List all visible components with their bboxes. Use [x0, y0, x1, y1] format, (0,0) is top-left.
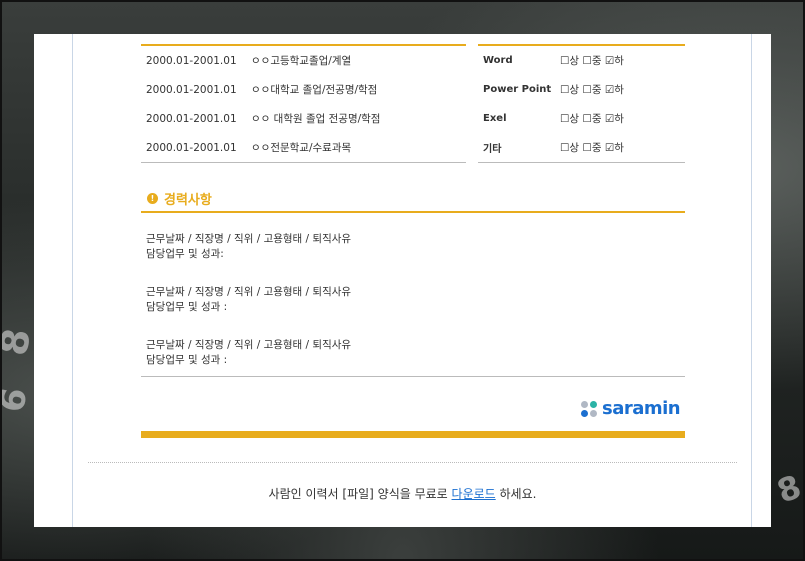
career-summary: 근무날짜 / 직장명 / 직위 / 고용형태 / 퇴직사유	[146, 286, 352, 298]
table-row: 기타 ☐상 ☐중 ☑하	[478, 133, 685, 162]
background-digit: 6	[0, 384, 36, 416]
list-item: 근무날짜 / 직장명 / 직위 / 고용형태 / 퇴직사유 담당업무 및 성과 …	[146, 338, 676, 368]
skill-level-checkboxes[interactable]: ☐상 ☐중 ☑하	[560, 111, 685, 126]
exclamation-circle-icon: !	[147, 193, 158, 204]
section-divider	[141, 376, 685, 377]
career-duties: 담당업무 및 성과 :	[146, 354, 228, 366]
career-summary: 근무날짜 / 직장명 / 직위 / 고용형태 / 퇴직사유	[146, 339, 352, 351]
skill-name: Power Point	[483, 84, 552, 95]
resume-page: 2000.01-2001.01 ㅇㅇ고등학교졸업/계열 2000.01-2001…	[34, 34, 771, 527]
logo-text: saramin	[602, 398, 681, 419]
background-digit: 8	[772, 467, 805, 511]
skill-name: Exel	[483, 113, 507, 124]
career-summary: 근무날짜 / 직장명 / 직위 / 고용형태 / 퇴직사유	[146, 233, 352, 245]
table-row: 2000.01-2001.01 ㅇㅇ대학교 졸업/전공명/학점	[141, 75, 466, 104]
education-school: ㅇㅇ 대학원 졸업 전공명/학점	[251, 113, 381, 125]
download-notice: 사람인 이력서 [파일] 양식을 무료로 다운로드 하세요.	[34, 485, 771, 502]
career-duties: 담당업무 및 성과 :	[146, 301, 228, 313]
skill-level-checkboxes[interactable]: ☐상 ☐중 ☑하	[560, 53, 685, 68]
education-period: 2000.01-2001.01	[146, 141, 237, 154]
career-section-header: ! 경력사항	[141, 186, 685, 213]
skill-level-checkboxes[interactable]: ☐상 ☐중 ☑하	[560, 140, 685, 155]
list-item: 근무날짜 / 직장명 / 직위 / 고용형태 / 퇴직사유 담당업무 및 성과:	[146, 232, 676, 262]
career-list: 근무날짜 / 직장명 / 직위 / 고용형태 / 퇴직사유 담당업무 및 성과:…	[146, 232, 676, 391]
footer-accent-bar	[141, 431, 685, 438]
page-border-right	[751, 34, 752, 527]
table-row: 2000.01-2001.01 ㅇㅇ 대학원 졸업 전공명/학점	[141, 104, 466, 133]
section-title: 경력사항	[164, 193, 212, 208]
table-row: Exel ☐상 ☐중 ☑하	[478, 104, 685, 133]
notice-text: 사람인 이력서 [파일] 양식을 무료로	[268, 487, 452, 501]
skill-name: Word	[483, 55, 513, 66]
education-school: ㅇㅇ고등학교졸업/계열	[251, 55, 352, 67]
career-duties: 담당업무 및 성과:	[146, 248, 224, 260]
download-link[interactable]: 다운로드	[452, 487, 496, 501]
dotted-divider	[88, 462, 737, 463]
skill-level-checkboxes[interactable]: ☐상 ☐중 ☑하	[560, 82, 685, 97]
computer-skills-table: Word ☐상 ☐중 ☑하 Power Point ☐상 ☐중 ☑하 Exel …	[478, 44, 685, 163]
saramin-logo-icon	[581, 400, 597, 417]
education-period: 2000.01-2001.01	[146, 112, 237, 125]
skill-name: 기타	[483, 144, 502, 155]
table-row: 2000.01-2001.01 ㅇㅇ고등학교졸업/계열	[141, 46, 466, 75]
education-table: 2000.01-2001.01 ㅇㅇ고등학교졸업/계열 2000.01-2001…	[141, 44, 466, 163]
resume-content: 2000.01-2001.01 ㅇㅇ고등학교졸업/계열 2000.01-2001…	[141, 34, 685, 438]
list-item: 근무날짜 / 직장명 / 직위 / 고용형태 / 퇴직사유 담당업무 및 성과 …	[146, 285, 676, 315]
education-school: ㅇㅇ전문학교/수료과목	[251, 142, 352, 154]
table-row: 2000.01-2001.01 ㅇㅇ전문학교/수료과목	[141, 133, 466, 162]
education-school: ㅇㅇ대학교 졸업/전공명/학점	[251, 84, 378, 96]
education-period: 2000.01-2001.01	[146, 54, 237, 67]
education-period: 2000.01-2001.01	[146, 83, 237, 96]
table-row: Power Point ☐상 ☐중 ☑하	[478, 75, 685, 104]
saramin-logo: saramin	[581, 398, 681, 419]
notice-text-end: 하세요.	[495, 487, 537, 501]
page-border-left	[72, 34, 73, 527]
table-row: Word ☐상 ☐중 ☑하	[478, 46, 685, 75]
top-tables: 2000.01-2001.01 ㅇㅇ고등학교졸업/계열 2000.01-2001…	[141, 34, 685, 163]
